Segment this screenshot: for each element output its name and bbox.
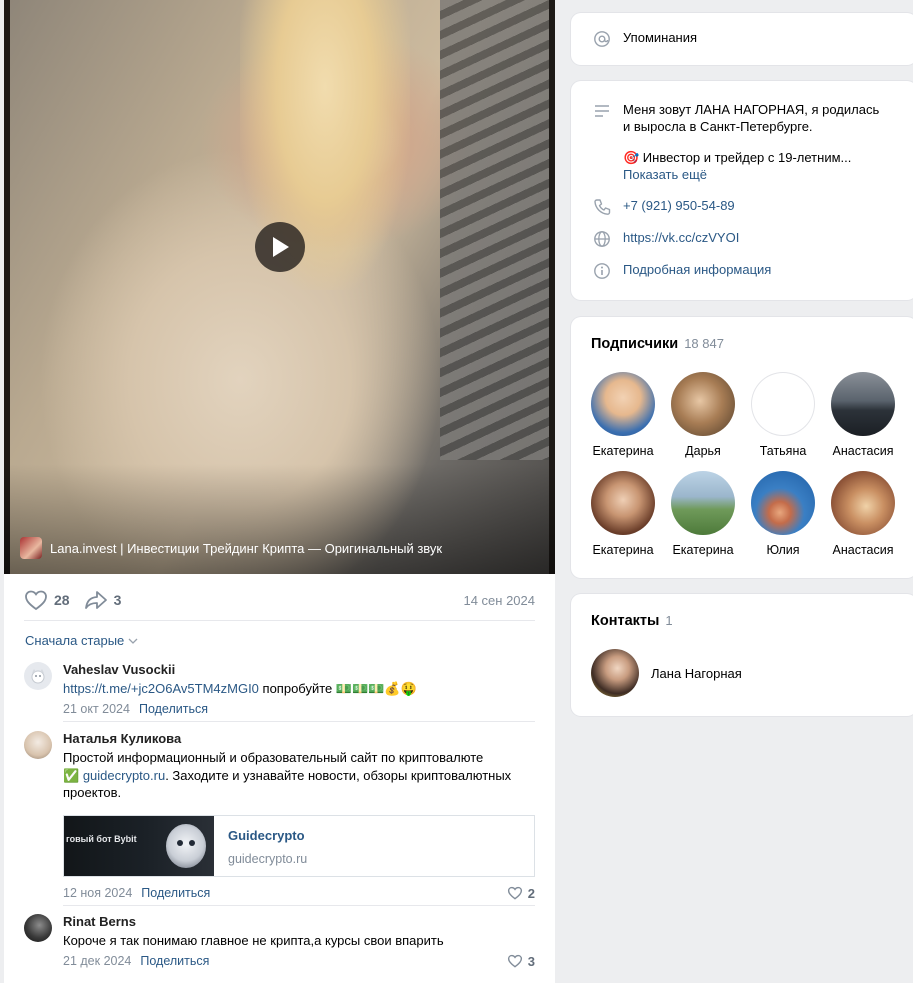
show-more-link[interactable]: Показать ещё — [623, 167, 879, 184]
dog-avatar-icon — [31, 669, 45, 684]
divider — [63, 721, 535, 722]
link-preview-domain: guidecrypto.ru — [228, 851, 308, 866]
share-icon — [84, 591, 107, 609]
phone-row[interactable]: +7 (921) 950-54-89 — [593, 198, 913, 216]
phone-icon — [594, 199, 611, 215]
like-button[interactable]: 28 — [24, 589, 70, 611]
play-icon — [273, 237, 289, 257]
subscribers-card: Подписчики 18 847 Екатерина Дарья Татьян… — [571, 317, 913, 578]
contacts-count: 1 — [665, 613, 673, 628]
bio-text: Меня зовут ЛАНА НАГОРНАЯ, я родилась и в… — [623, 102, 880, 184]
comments-sort-dropdown[interactable]: Сначала старые — [25, 633, 138, 648]
comment-item: Vaheslav Vusockii https://t.me/+jc2O6Av5… — [24, 662, 535, 720]
subscriber-item[interactable]: Анастасия — [823, 471, 903, 557]
profile-info-card: Меня зовут ЛАНА НАГОРНАЯ, я родилась и в… — [571, 81, 913, 300]
share-link[interactable]: Поделиться — [140, 954, 209, 968]
comment-text: https://t.me/+jc2O6Av5TM4zMGI0 попробуйт… — [63, 681, 417, 696]
comment-author[interactable]: Наталья Куликова — [63, 731, 535, 747]
like-count: 28 — [54, 592, 70, 608]
subscriber-item[interactable]: Дарья — [663, 372, 743, 458]
globe-icon — [594, 231, 610, 247]
video-caption-text: Lana.invest | Инвестиции Трейдинг Крипта… — [50, 540, 443, 556]
avatar[interactable] — [24, 914, 52, 942]
subscriber-item[interactable]: Татьяна — [743, 372, 823, 458]
contacts-title[interactable]: Контакты 1 — [591, 613, 673, 629]
avatar — [591, 649, 639, 697]
info-icon — [594, 263, 610, 279]
avatar — [831, 471, 895, 535]
avatar[interactable] — [24, 731, 52, 759]
comment-like-button[interactable]: 2 — [507, 886, 535, 901]
comment-link[interactable]: https://t.me/+jc2O6Av5TM4zMGI0 — [63, 681, 259, 696]
link-preview-thumbnail: говый бот Bybit — [64, 815, 214, 876]
mentions-card[interactable]: Упоминания — [571, 13, 913, 65]
divider — [63, 905, 535, 906]
details-link[interactable]: Подробная информация — [623, 262, 771, 277]
subscriber-item[interactable]: Екатерина — [663, 471, 743, 557]
post-date[interactable]: 14 сен 2024 — [463, 593, 535, 608]
comment-like-count: 2 — [527, 885, 535, 901]
share-count: 3 — [113, 592, 122, 608]
comment-item: Rinat Berns Короче я так понимаю главное… — [24, 914, 535, 972]
comment-author[interactable]: Rinat Berns — [63, 914, 535, 930]
share-link[interactable]: Поделиться — [139, 702, 208, 716]
website-row[interactable]: https://vk.cc/czVYOI — [593, 230, 913, 248]
avatar — [751, 372, 815, 436]
comment-author[interactable]: Vaheslav Vusockii — [63, 662, 535, 678]
heart-icon — [25, 590, 47, 611]
heart-icon — [507, 886, 522, 900]
comment-item: Наталья Куликова Простой информационный … — [24, 731, 535, 901]
mentions-label: Упоминания — [623, 30, 698, 45]
comment-like-button[interactable]: 3 — [507, 954, 535, 969]
robot-icon — [166, 823, 206, 868]
mentions-row[interactable]: Упоминания — [593, 30, 913, 48]
comment-like-count: 3 — [527, 953, 535, 969]
divider — [24, 620, 535, 621]
at-icon — [594, 31, 610, 47]
subscriber-item[interactable]: Екатерина — [583, 372, 663, 458]
details-row[interactable]: Подробная информация — [593, 262, 913, 280]
comment-date[interactable]: 21 окт 2024 — [63, 702, 130, 716]
comment-date[interactable]: 21 дек 2024 — [63, 954, 131, 968]
subscriber-item[interactable]: Юлия — [743, 471, 823, 557]
share-link[interactable]: Поделиться — [141, 886, 210, 900]
website-link[interactable]: https://vk.cc/czVYOI — [623, 230, 739, 245]
comment-link[interactable]: guidecrypto.ru — [83, 768, 165, 783]
phone-number[interactable]: +7 (921) 950-54-89 — [623, 198, 735, 213]
contacts-card: Контакты 1 Лана Нагорная — [571, 594, 913, 716]
subscribers-title[interactable]: Подписчики 18 847 — [591, 336, 724, 352]
text-lines-icon — [595, 105, 609, 117]
avatar — [671, 471, 735, 535]
subscriber-item[interactable]: Анастасия — [823, 372, 903, 458]
link-preview-title: Guidecrypto — [228, 827, 305, 843]
video-caption[interactable]: Lana.invest | Инвестиции Трейдинг Крипта… — [20, 536, 442, 560]
link-preview-card[interactable]: говый бот Bybit Guidecrypto guidecrypto.… — [63, 814, 535, 877]
avatar — [591, 471, 655, 535]
post-actions: 28 3 14 сен 2024 — [24, 588, 535, 612]
share-button[interactable]: 3 — [84, 590, 122, 610]
video-player[interactable]: Lana.invest | Инвестиции Трейдинг Крипта… — [4, 0, 555, 574]
heart-icon — [507, 954, 522, 968]
comment-text: Простой информационный и образовательный… — [63, 750, 512, 800]
contact-name: Лана Нагорная — [651, 665, 742, 681]
avatar — [831, 372, 895, 436]
author-avatar — [20, 537, 42, 559]
chevron-down-icon — [128, 638, 138, 644]
subscribers-count: 18 847 — [684, 336, 724, 351]
avatar — [671, 372, 735, 436]
comment-text: Короче я так понимаю главное не крипта,а… — [63, 933, 444, 948]
avatar[interactable] — [24, 662, 52, 690]
post-panel: Lana.invest | Инвестиции Трейдинг Крипта… — [4, 0, 555, 983]
avatar — [591, 372, 655, 436]
subscriber-item[interactable]: Екатерина — [583, 471, 663, 557]
bio-row: Меня зовут ЛАНА НАГОРНАЯ, я родилась и в… — [593, 102, 913, 183]
avatar — [751, 471, 815, 535]
play-button[interactable] — [255, 222, 305, 272]
comment-date[interactable]: 12 ноя 2024 — [63, 886, 132, 900]
check-icon: ✅ — [63, 767, 80, 783]
contact-item[interactable]: Лана Нагорная — [591, 649, 742, 697]
